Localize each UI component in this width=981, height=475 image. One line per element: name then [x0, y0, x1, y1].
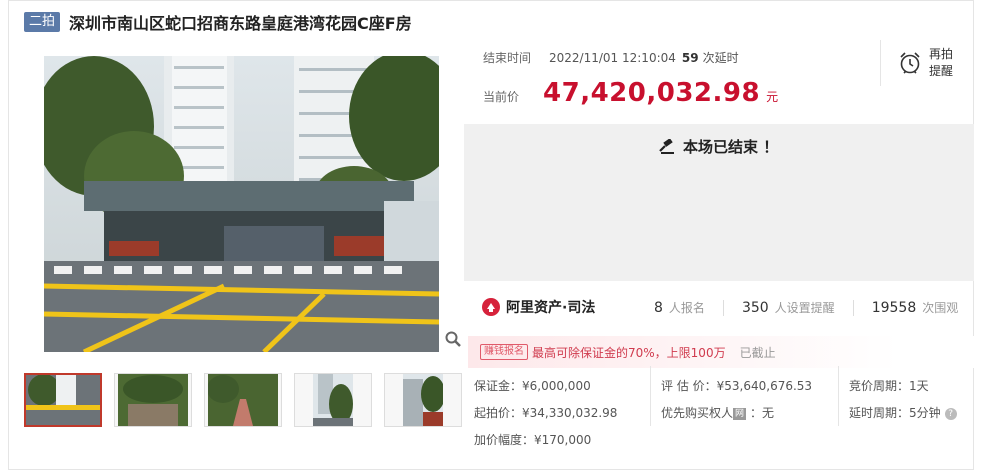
- stat-reminders: 350 人设置提醒: [742, 299, 835, 316]
- stat-number: 8: [654, 300, 663, 316]
- auction-status-panel: 本场已结束 ！: [464, 124, 974, 281]
- stat-views: 19558 次围观: [872, 299, 959, 316]
- price-unit: 元: [766, 90, 779, 104]
- promo-tag: 赚钱报名: [480, 344, 528, 360]
- end-time-label: 结束时间: [483, 51, 532, 65]
- ended-text: 本场已结束 ！: [683, 138, 779, 156]
- divider: [650, 366, 651, 426]
- divider: [852, 299, 854, 316]
- alibaba-logo-icon: [482, 298, 500, 316]
- divider: [722, 299, 724, 316]
- deposit: 保证金：¥6,000,000: [474, 379, 591, 393]
- platform-brand: 阿里资产·司法: [482, 297, 595, 317]
- delay-cycle: 延时周期：5分钟: [849, 406, 941, 420]
- main-property-photo[interactable]: [24, 56, 466, 352]
- remind-button[interactable]: 再拍提醒: [880, 40, 974, 86]
- page-title: 深圳市南山区蛇口招商东路皇庭港湾花园C座F房: [69, 14, 412, 33]
- title-row: 二拍 深圳市南山区蛇口招商东路皇庭港湾花园C座F房: [24, 11, 412, 33]
- current-price: 47,420,032.98: [543, 78, 761, 108]
- divider: [838, 366, 839, 426]
- promo-text: 最高可除保证金的70%，上限100万: [532, 345, 726, 360]
- increment: 加价幅度：¥170,000: [474, 433, 592, 447]
- current-price-row: 当前价 47,420,032.98 元: [483, 78, 778, 108]
- thumbnail-5[interactable]: [384, 373, 462, 427]
- delay-count: 59: [681, 50, 699, 65]
- stat-signups: 8 人报名: [654, 299, 705, 316]
- remind-label: 再拍提醒: [929, 47, 954, 78]
- stat-label: 次围观: [922, 301, 959, 315]
- priority-value: ：无: [750, 406, 775, 420]
- thumbnail-strip: [24, 373, 474, 427]
- bid-cycle: 竞价周期：1天: [849, 379, 929, 393]
- ended-message: 本场已结束 ！: [659, 136, 778, 157]
- auction-stats: 8 人报名 350 人设置提醒 19558 次围观: [654, 299, 958, 316]
- thumbnail-4[interactable]: [294, 373, 372, 427]
- round-badge: 二拍: [24, 12, 61, 32]
- promo-banner[interactable]: 赚钱报名 最高可除保证金的70%，上限100万 已截止: [468, 336, 974, 368]
- priority-label: 优先购买权人: [661, 406, 734, 420]
- stat-label: 人报名: [668, 301, 705, 315]
- stat-number: 350: [741, 300, 769, 316]
- start-price: 起拍价：¥34,330,032.98: [474, 406, 618, 420]
- auction-info-header: 结束时间 2022/11/01 12:10:04 59 次延时 当前价 47,4…: [464, 40, 974, 124]
- alarm-clock-icon: [900, 52, 920, 74]
- delay-suffix: 次延时: [702, 51, 739, 65]
- stat-label: 人设置提醒: [774, 301, 835, 315]
- thumbnail-1[interactable]: [24, 373, 102, 427]
- gavel-icon: [659, 138, 674, 154]
- end-time-row: 结束时间 2022/11/01 12:10:04 59 次延时: [483, 49, 739, 66]
- priority-badge: 网: [733, 407, 747, 420]
- promo-status: 已截止: [739, 345, 776, 360]
- stat-number: 19558: [871, 300, 917, 316]
- valuation: 评 估 价：¥53,640,676.53: [661, 379, 813, 393]
- priority-row: 优先购买权人网：无: [661, 404, 774, 421]
- end-time-value: 2022/11/01 12:10:04: [549, 50, 676, 65]
- delay-cycle-row: 延时周期：5分钟?: [849, 404, 957, 421]
- magnifier-icon[interactable]: [444, 330, 462, 348]
- platform-name: 阿里资产·司法: [506, 300, 596, 316]
- price-label: 当前价: [483, 90, 520, 104]
- question-icon[interactable]: ?: [944, 407, 957, 420]
- thumbnail-3[interactable]: [204, 373, 282, 427]
- thumbnail-2[interactable]: [114, 373, 192, 427]
